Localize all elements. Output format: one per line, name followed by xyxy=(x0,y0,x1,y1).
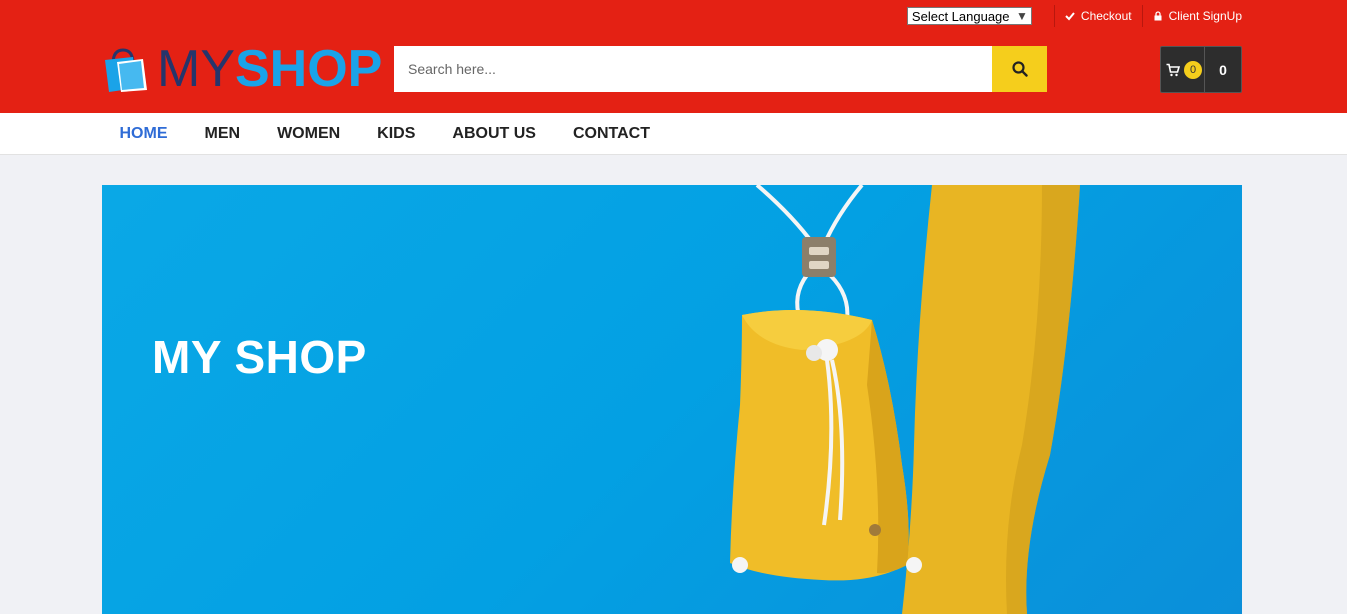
search-icon xyxy=(1011,61,1028,77)
language-select-label: Select Language xyxy=(911,8,1010,24)
cart-icon-group: 0 xyxy=(1161,47,1205,92)
divider xyxy=(1141,5,1143,27)
cart-button[interactable]: 0 0 xyxy=(1160,46,1242,93)
check-icon xyxy=(1065,12,1075,21)
checkout-label: Checkout xyxy=(1080,9,1132,23)
client-signup-label: Client SignUp xyxy=(1168,9,1242,23)
lock-icon xyxy=(1154,11,1162,21)
main-nav: HOME MEN WOMEN KIDS ABOUT US CONTACT xyxy=(0,113,1347,155)
top-bar: Select Language ▼ Checkout Client SignUp xyxy=(906,5,1242,27)
divider xyxy=(1053,5,1055,27)
cart-total: 0 xyxy=(1219,61,1227,78)
shopping-bag-icon xyxy=(105,48,147,92)
nav-item-men[interactable]: MEN xyxy=(186,125,259,143)
logo-text-shop: SHOP xyxy=(235,40,383,98)
client-signup-link[interactable]: Client SignUp xyxy=(1153,9,1242,23)
nav-item-contact[interactable]: CONTACT xyxy=(554,125,668,143)
search-bar xyxy=(394,46,1047,92)
hero-image xyxy=(730,185,1080,614)
nav-list: HOME MEN WOMEN KIDS ABOUT US CONTACT xyxy=(101,113,669,155)
checkout-link[interactable]: Checkout xyxy=(1065,9,1132,23)
hero-title: MY SHOP xyxy=(152,331,367,383)
site-logo[interactable]: MYSHOP xyxy=(103,43,382,95)
cart-count-badge: 0 xyxy=(1184,60,1202,79)
site-header: Select Language ▼ Checkout Client SignUp… xyxy=(0,0,1347,113)
hero-banner[interactable]: MY SHOP xyxy=(102,185,1242,614)
chevron-down-icon: ▼ xyxy=(1016,9,1028,23)
cart-icon xyxy=(1166,63,1180,76)
nav-item-home[interactable]: HOME xyxy=(101,125,186,143)
search-input[interactable] xyxy=(394,46,992,92)
nav-item-women[interactable]: WOMEN xyxy=(259,125,359,143)
language-select[interactable]: Select Language ▼ xyxy=(906,7,1032,25)
logo-text-my: MY xyxy=(157,40,235,98)
nav-item-kids[interactable]: KIDS xyxy=(359,125,434,143)
search-button[interactable] xyxy=(992,46,1047,92)
nav-item-about-us[interactable]: ABOUT US xyxy=(434,125,555,143)
